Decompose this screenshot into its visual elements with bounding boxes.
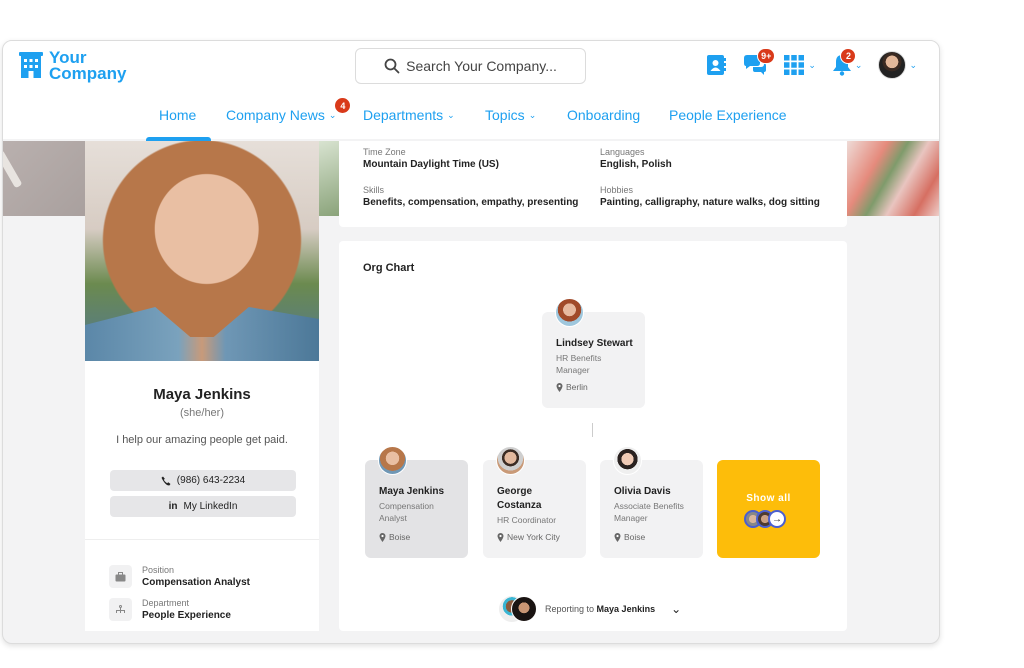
reporting-name: Maya Jenkins	[596, 604, 656, 614]
main-nav: Home Company News ⌄ 4 Departments ⌄ Topi…	[3, 98, 939, 139]
show-all-button[interactable]: Show all →	[717, 460, 820, 558]
location-pin-icon	[614, 532, 621, 542]
timezone-field: Time Zone Mountain Daylight Time (US)	[363, 147, 499, 170]
cover-image	[319, 141, 339, 216]
reporting-prefix: Reporting to	[545, 604, 595, 614]
avatar	[378, 446, 407, 475]
chat-button[interactable]: 9+	[743, 48, 776, 76]
department-row: Department People Experience	[109, 598, 231, 621]
apps-menu-button[interactable]: ⌄	[783, 54, 816, 76]
avatar	[555, 298, 584, 327]
person-title: HR Coordinator	[497, 515, 557, 525]
nav-onboarding[interactable]: Onboarding	[567, 107, 640, 123]
profile-photo	[85, 141, 319, 361]
chevron-down-icon: ⌄	[528, 109, 537, 120]
app-grid-icon	[784, 55, 805, 75]
cover-image	[3, 141, 85, 216]
org-chart-card: Org Chart Lindsey Stewart HR Benefits Ma…	[339, 241, 847, 631]
company-news-badge: 4	[335, 98, 351, 113]
person-location: Boise	[624, 532, 646, 542]
languages-field: Languages English, Polish	[600, 147, 672, 170]
profile-card: Maya Jenkins (she/her) I help our amazin…	[85, 141, 319, 631]
top-bar: Your Company Search Your Company... 9+ ⌄…	[3, 41, 939, 141]
profile-details-card: Time Zone Mountain Daylight Time (US) La…	[339, 141, 847, 227]
location-pin-icon	[497, 532, 504, 542]
department-value: People Experience	[142, 610, 231, 621]
chevron-down-icon: ⌄	[328, 109, 337, 120]
chevron-down-icon: ⌄	[854, 59, 863, 70]
nav-departments[interactable]: Departments ⌄	[363, 107, 455, 123]
location-pin-icon	[379, 532, 386, 542]
notifications-button[interactable]: 2 ⌄	[832, 48, 863, 76]
chevron-down-icon: ⌄	[808, 59, 816, 70]
person-title: Compensation Analyst	[379, 501, 434, 523]
chat-badge: 9+	[757, 48, 776, 64]
phone-button[interactable]: (986) 643-2234	[110, 470, 296, 491]
profile-pronouns: (she/her)	[179, 407, 225, 419]
position-value: Compensation Analyst	[142, 577, 250, 588]
chevron-down-icon: ⌄	[447, 109, 455, 120]
divider	[85, 539, 319, 540]
profile-menu-button[interactable]: ⌄	[878, 51, 917, 79]
person-name: Maya Jenkins	[379, 486, 445, 497]
nav-company-news[interactable]: Company News ⌄ 4	[226, 98, 351, 123]
avatar	[496, 446, 525, 475]
person-name: Olivia Davis	[614, 486, 671, 497]
header-actions: 9+ ⌄ 2 ⌄ ⌄	[705, 48, 917, 79]
search-placeholder: Search Your Company...	[406, 58, 557, 74]
briefcase-icon	[109, 565, 132, 588]
avatar-stack: →	[744, 510, 786, 528]
peer-card[interactable]: George Costanza HR Coordinator New York …	[483, 446, 586, 558]
person-title: HR Benefits Manager	[556, 353, 602, 375]
org-connector-line	[592, 423, 593, 437]
hierarchy-icon	[109, 598, 132, 621]
location-pin-icon	[556, 382, 563, 392]
nav-topics[interactable]: Topics ⌄	[485, 107, 536, 123]
chevron-down-icon: ⌄	[671, 602, 682, 616]
chevron-down-icon: ⌄	[909, 59, 917, 70]
directory-button[interactable]	[705, 54, 727, 76]
peer-card[interactable]: Olivia Davis Associate Benefits Manager …	[600, 446, 703, 558]
person-name: Lindsey Stewart	[556, 338, 633, 349]
cover-image	[847, 141, 939, 216]
position-row: Position Compensation Analyst	[109, 565, 250, 588]
avatar	[511, 596, 537, 622]
peer-card[interactable]: Maya Jenkins Compensation Analyst Boise	[365, 446, 468, 558]
search-icon	[384, 58, 400, 74]
contacts-book-icon	[707, 55, 727, 75]
org-chart-title: Org Chart	[363, 262, 415, 274]
nav-people-experience[interactable]: People Experience	[669, 107, 787, 123]
avatar	[613, 446, 642, 475]
linkedin-button[interactable]: in My LinkedIn	[110, 496, 296, 517]
person-location: New York City	[507, 532, 560, 542]
person-name: George Costanza	[497, 486, 542, 511]
search-input[interactable]: Search Your Company...	[355, 48, 586, 84]
company-logo[interactable]: Your Company	[19, 49, 127, 83]
profile-name: Maya Jenkins	[153, 386, 251, 403]
skills-field: Skills Benefits, compensation, empathy, …	[363, 185, 579, 208]
hobbies-field: Hobbies Painting, calligraphy, nature wa…	[600, 185, 820, 208]
manager-card[interactable]: Lindsey Stewart HR Benefits Manager Berl…	[542, 298, 645, 408]
arrow-right-icon: →	[768, 510, 786, 528]
user-avatar	[878, 51, 907, 79]
building-icon	[19, 52, 43, 78]
person-location: Boise	[389, 532, 411, 542]
profile-bio: I help our amazing people get paid.	[116, 434, 288, 446]
nav-home[interactable]: Home	[159, 107, 196, 123]
person-location: Berlin	[566, 382, 588, 392]
app-window: Your Company Search Your Company... 9+ ⌄…	[2, 40, 940, 644]
person-title: Associate Benefits Manager	[614, 501, 684, 523]
brand-line-2: Company	[49, 64, 127, 83]
reporting-to-toggle[interactable]: Reporting to Maya Jenkins ⌄	[499, 596, 681, 622]
linkedin-icon: in	[168, 501, 178, 512]
phone-icon	[161, 476, 171, 485]
